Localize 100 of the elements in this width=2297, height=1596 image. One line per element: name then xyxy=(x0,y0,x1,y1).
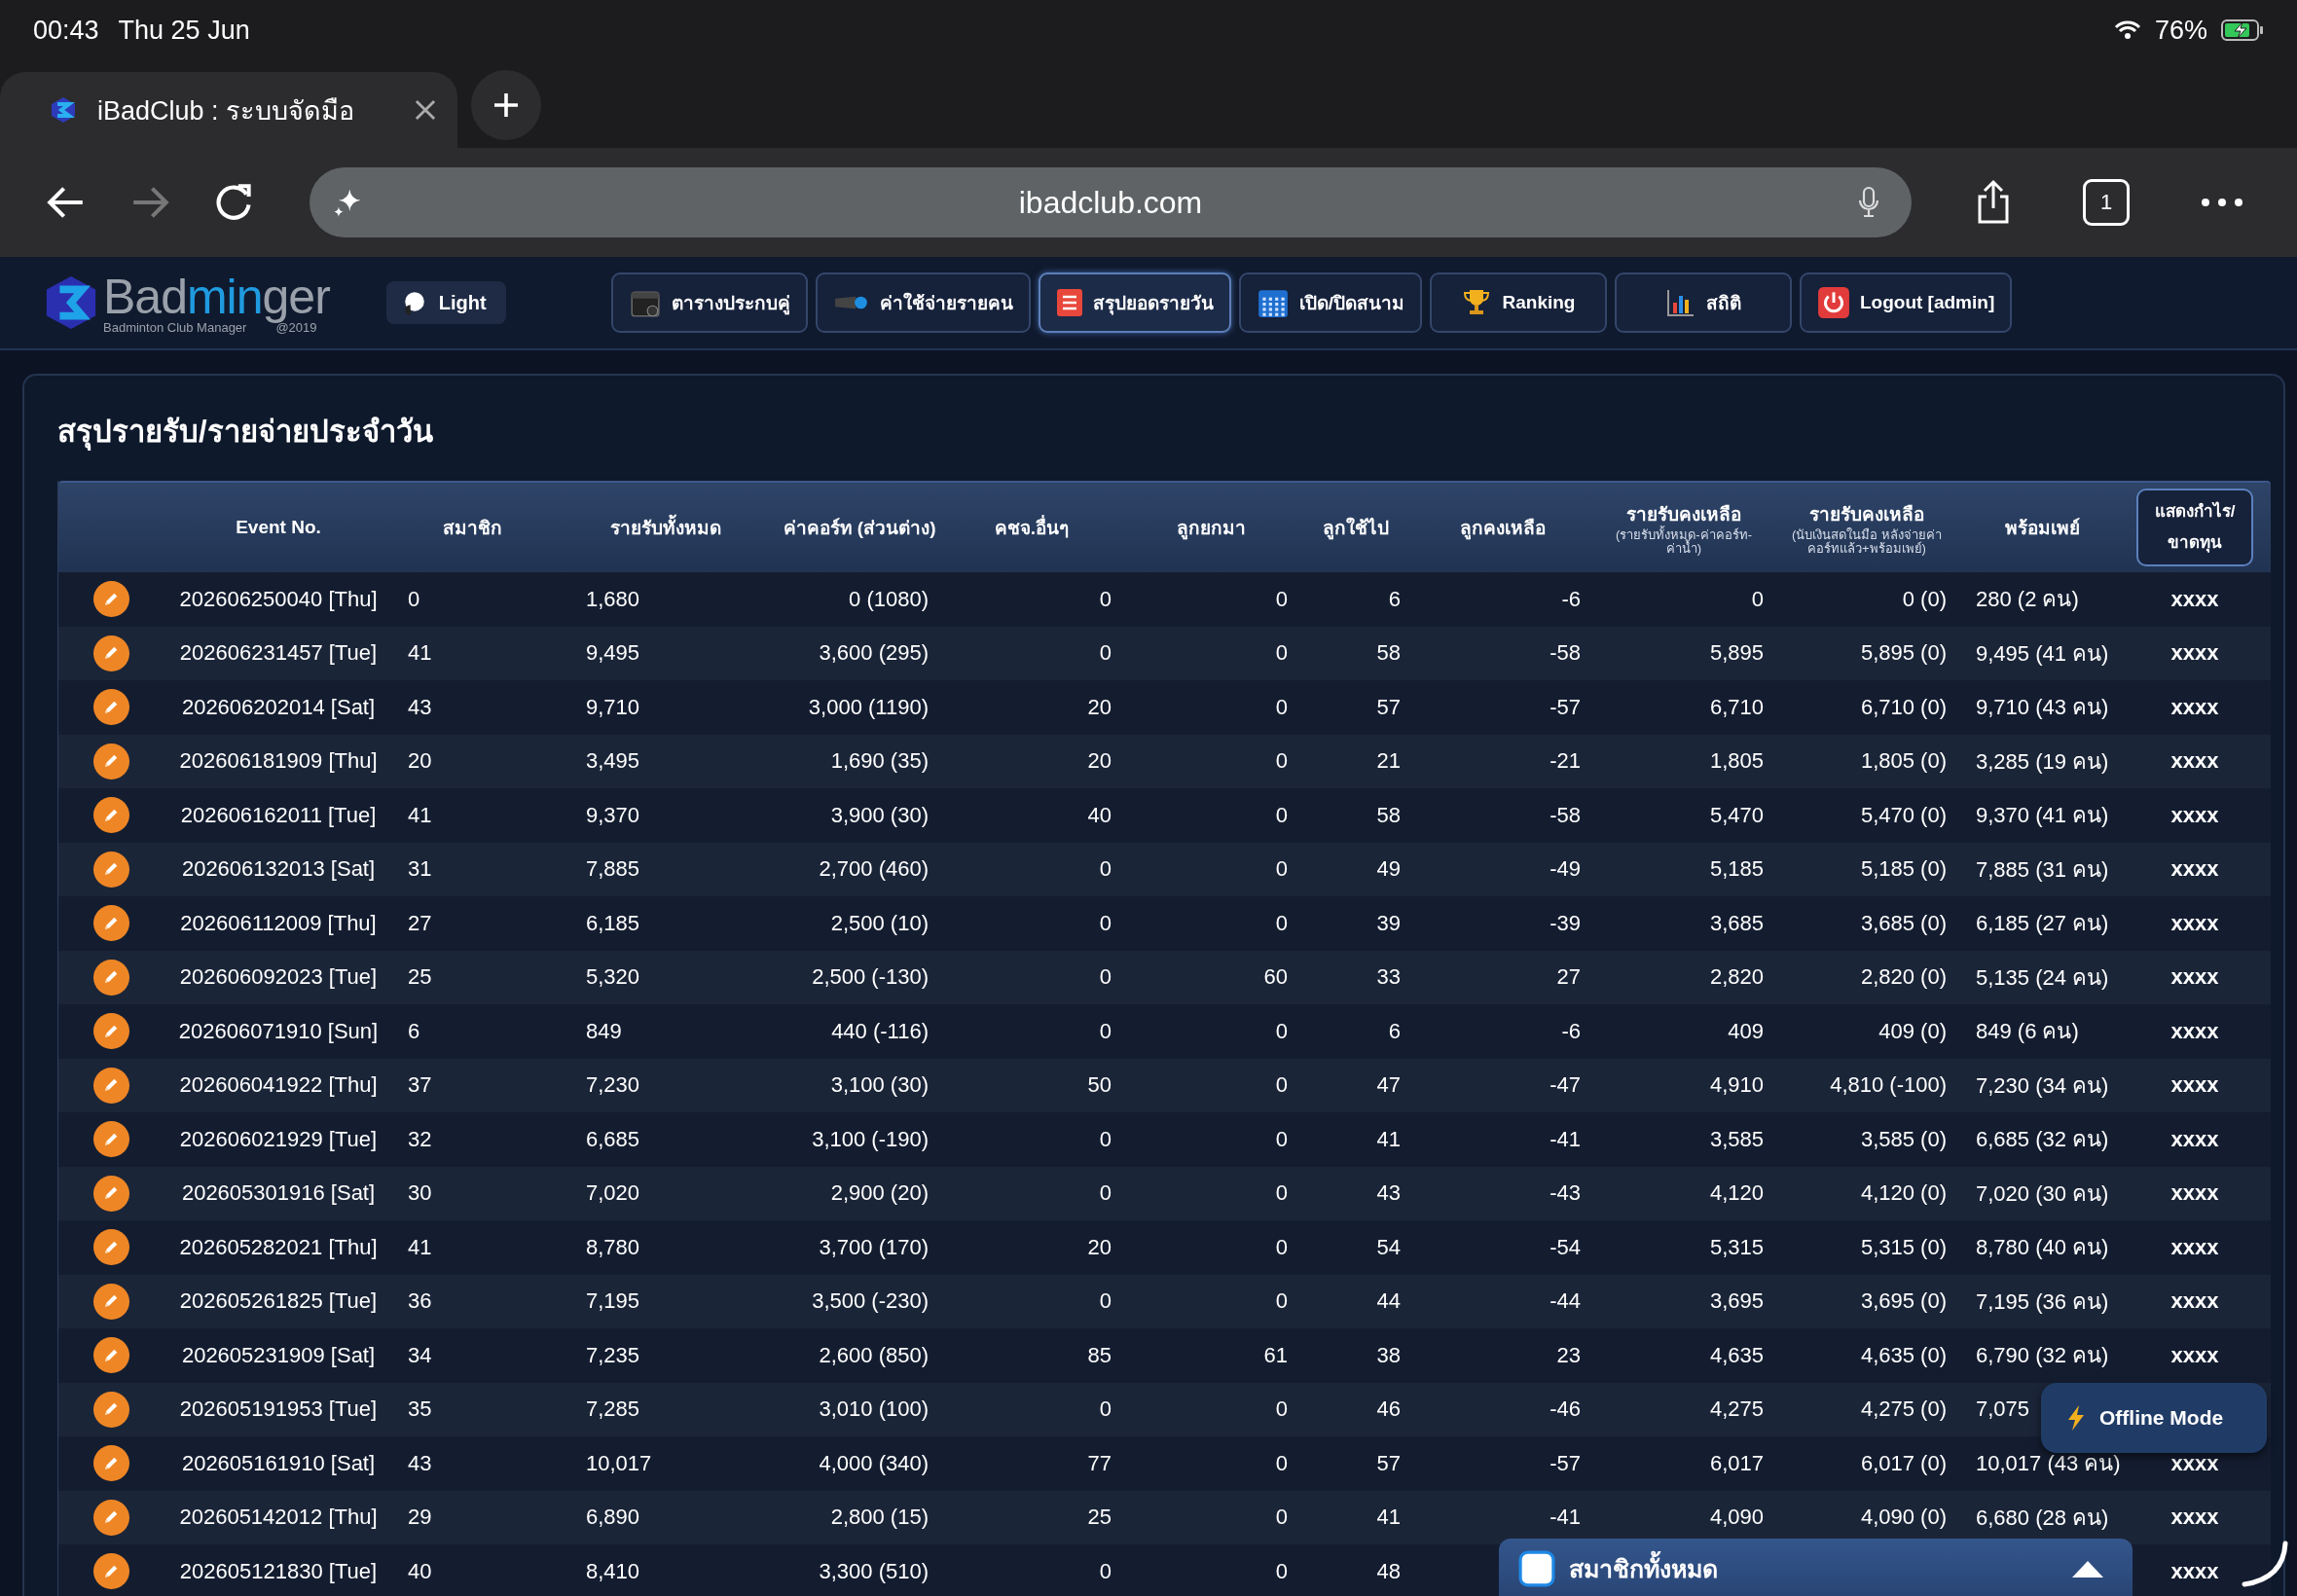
table-cell: 41 xyxy=(1376,1505,1401,1531)
table-cell: -39 xyxy=(1550,910,1581,936)
table-cell: 6,017 (0) xyxy=(1860,1450,1947,1476)
profit-loss-cell: xxxx xyxy=(2170,1234,2219,1260)
address-field[interactable]: ibadclub.com xyxy=(310,167,1912,237)
table-cell: 0 xyxy=(1099,1018,1112,1044)
profit-loss-cell: xxxx xyxy=(2170,1180,2219,1207)
table-cell: 0 xyxy=(1099,1558,1112,1584)
nav-tab[interactable]: สถิติ xyxy=(1614,272,1792,333)
table-cell: 5,895 xyxy=(1709,640,1764,667)
table-cell: 0 xyxy=(1275,1288,1288,1315)
table-cell: 27 xyxy=(1556,964,1581,991)
tab-count-button[interactable]: 1 xyxy=(2083,179,2130,226)
table-cell: 3,695 (0) xyxy=(1860,1288,1947,1315)
table-cell: -58 xyxy=(1550,640,1581,667)
event-number: 202605301916 [Sat] xyxy=(181,1180,376,1207)
table-cell: 5,185 (0) xyxy=(1860,856,1947,883)
table-cell: 58 xyxy=(1376,802,1401,828)
table-cell: 0 xyxy=(1099,856,1112,883)
event-number: 202606041922 [Thu] xyxy=(179,1072,378,1099)
table-cell: 36 xyxy=(408,1288,432,1315)
table-cell-text: 849 (6 คน) xyxy=(1976,1018,2079,1046)
table-cell: 0 xyxy=(1275,694,1288,720)
table-cell-text: 6,790 (32 คน) xyxy=(1976,1342,2109,1370)
profit-loss-cell: xxxx xyxy=(2170,856,2219,883)
profit-loss-cell: xxxx xyxy=(2170,802,2219,828)
nav-tab[interactable]: เปิด/ปิดสนาม xyxy=(1238,272,1422,333)
table-cell: 0 xyxy=(1275,1126,1288,1152)
profit-loss-cell: xxxx xyxy=(2170,964,2219,991)
table-cell-text: 280 (2 คน) xyxy=(1976,586,2079,614)
table-cell: 0 xyxy=(1099,1288,1112,1315)
nav-tab[interactable]: ค่าใช้จ่ายรายคน xyxy=(815,272,1031,333)
profit-loss-cell: xxxx xyxy=(2170,640,2219,667)
table-cell: 3,685 (0) xyxy=(1860,910,1947,936)
column-header: ลูกคงเหลือ xyxy=(1459,517,1546,542)
profit-loss-cell: xxxx xyxy=(2170,1558,2219,1584)
table-cell: 3,585 (0) xyxy=(1860,1126,1947,1152)
table-cell: 6,890 xyxy=(586,1505,640,1531)
table-cell: 32 xyxy=(408,1126,432,1152)
table-cell-text: 7,195 (36 คน) xyxy=(1976,1288,2109,1316)
table-cell: 5,895 (0) xyxy=(1860,640,1947,667)
table-cell: 4,090 xyxy=(1709,1505,1764,1531)
column-header: รายรับคงเหลือ xyxy=(1626,503,1741,526)
table-cell: 440 (-116) xyxy=(831,1018,929,1044)
event-number: 202605261825 [Tue] xyxy=(179,1288,378,1315)
table-cell: 4,000 (340) xyxy=(819,1450,929,1476)
table-cell: 27 xyxy=(408,910,432,936)
members-panel[interactable]: สมาชิกทั้งหมด xyxy=(1499,1539,2133,1596)
table-cell: 0 (0) xyxy=(1902,586,1947,612)
browser-tab[interactable]: iBadClub : ระบบจัดมือ xyxy=(0,72,457,148)
table-cell-text: 6,185 (27 คน) xyxy=(1976,910,2109,938)
table-cell: 20 xyxy=(1087,1234,1112,1260)
table-cell: 4,910 xyxy=(1709,1072,1764,1099)
table-cell: -41 xyxy=(1550,1505,1581,1531)
table-cell: 40 xyxy=(408,1558,432,1584)
table-cell: 5,315 xyxy=(1709,1234,1764,1260)
event-number: 202606092023 [Tue] xyxy=(179,964,378,991)
table-cell: 50 xyxy=(1087,1072,1112,1099)
nav-tab[interactable]: ตารางประกบคู่ xyxy=(610,272,808,333)
event-number: 202606231457 [Tue] xyxy=(179,640,378,667)
table-cell: 4,810 (-100) xyxy=(1830,1072,1947,1099)
column-header: พร้อมเพย์ xyxy=(2005,517,2080,540)
table-cell: 0 xyxy=(1275,1396,1288,1423)
table-cell: 54 xyxy=(1376,1234,1401,1260)
table-cell: 2,900 (20) xyxy=(830,1180,929,1207)
nav-tab[interactable]: Ranking xyxy=(1429,272,1607,333)
table-cell: 6,710 (0) xyxy=(1860,694,1947,720)
table-cell: 9,495 xyxy=(586,640,640,667)
table-cell-text: 7,020 (30 คน) xyxy=(1976,1179,2109,1208)
table-cell: 6,685 xyxy=(586,1126,640,1152)
table-cell: -58 xyxy=(1550,802,1581,828)
table-cell: 47 xyxy=(1376,1072,1401,1099)
offline-mode-badge[interactable]: Offline Mode xyxy=(2041,1383,2267,1453)
table-cell: 20 xyxy=(1087,694,1112,720)
table-cell: 0 xyxy=(1275,910,1288,936)
table-cell: 25 xyxy=(1087,1505,1112,1531)
status-time: 00:43 xyxy=(33,15,99,46)
table-cell: 30 xyxy=(408,1180,432,1207)
nav-tab[interactable]: สรุปยอดรายวัน xyxy=(1038,272,1231,333)
table-cell: 85 xyxy=(1087,1342,1112,1368)
event-number: 202606071910 [Sun] xyxy=(178,1018,379,1044)
table-cell: 77 xyxy=(1087,1450,1112,1476)
table-cell-text: 3,285 (19 คน) xyxy=(1976,747,2109,776)
table-cell: 48 xyxy=(1376,1558,1401,1584)
table-cell: -46 xyxy=(1550,1396,1581,1423)
table-cell: 5,470 (0) xyxy=(1860,802,1947,828)
nav-tab[interactable]: Logout [admin] xyxy=(1799,272,2013,333)
table-cell: 7,885 xyxy=(586,856,640,883)
profit-loss-cell: xxxx xyxy=(2170,1450,2219,1476)
table-cell: 0 xyxy=(1275,802,1288,828)
table-cell: 39 xyxy=(1376,910,1401,936)
theme-toggle[interactable]: Light xyxy=(385,281,506,324)
table-cell: 43 xyxy=(408,1450,432,1476)
table-cell: 37 xyxy=(408,1072,432,1099)
table-cell: 0 xyxy=(1275,586,1288,612)
table-cell: 0 xyxy=(1099,586,1112,612)
table-cell: 3,600 (295) xyxy=(819,640,929,667)
table-cell: 6 xyxy=(408,1018,420,1044)
table-cell: 3,685 xyxy=(1709,910,1764,936)
profit-loss-button[interactable]: แสดงกำไร/ขาดทุน xyxy=(2136,489,2253,566)
